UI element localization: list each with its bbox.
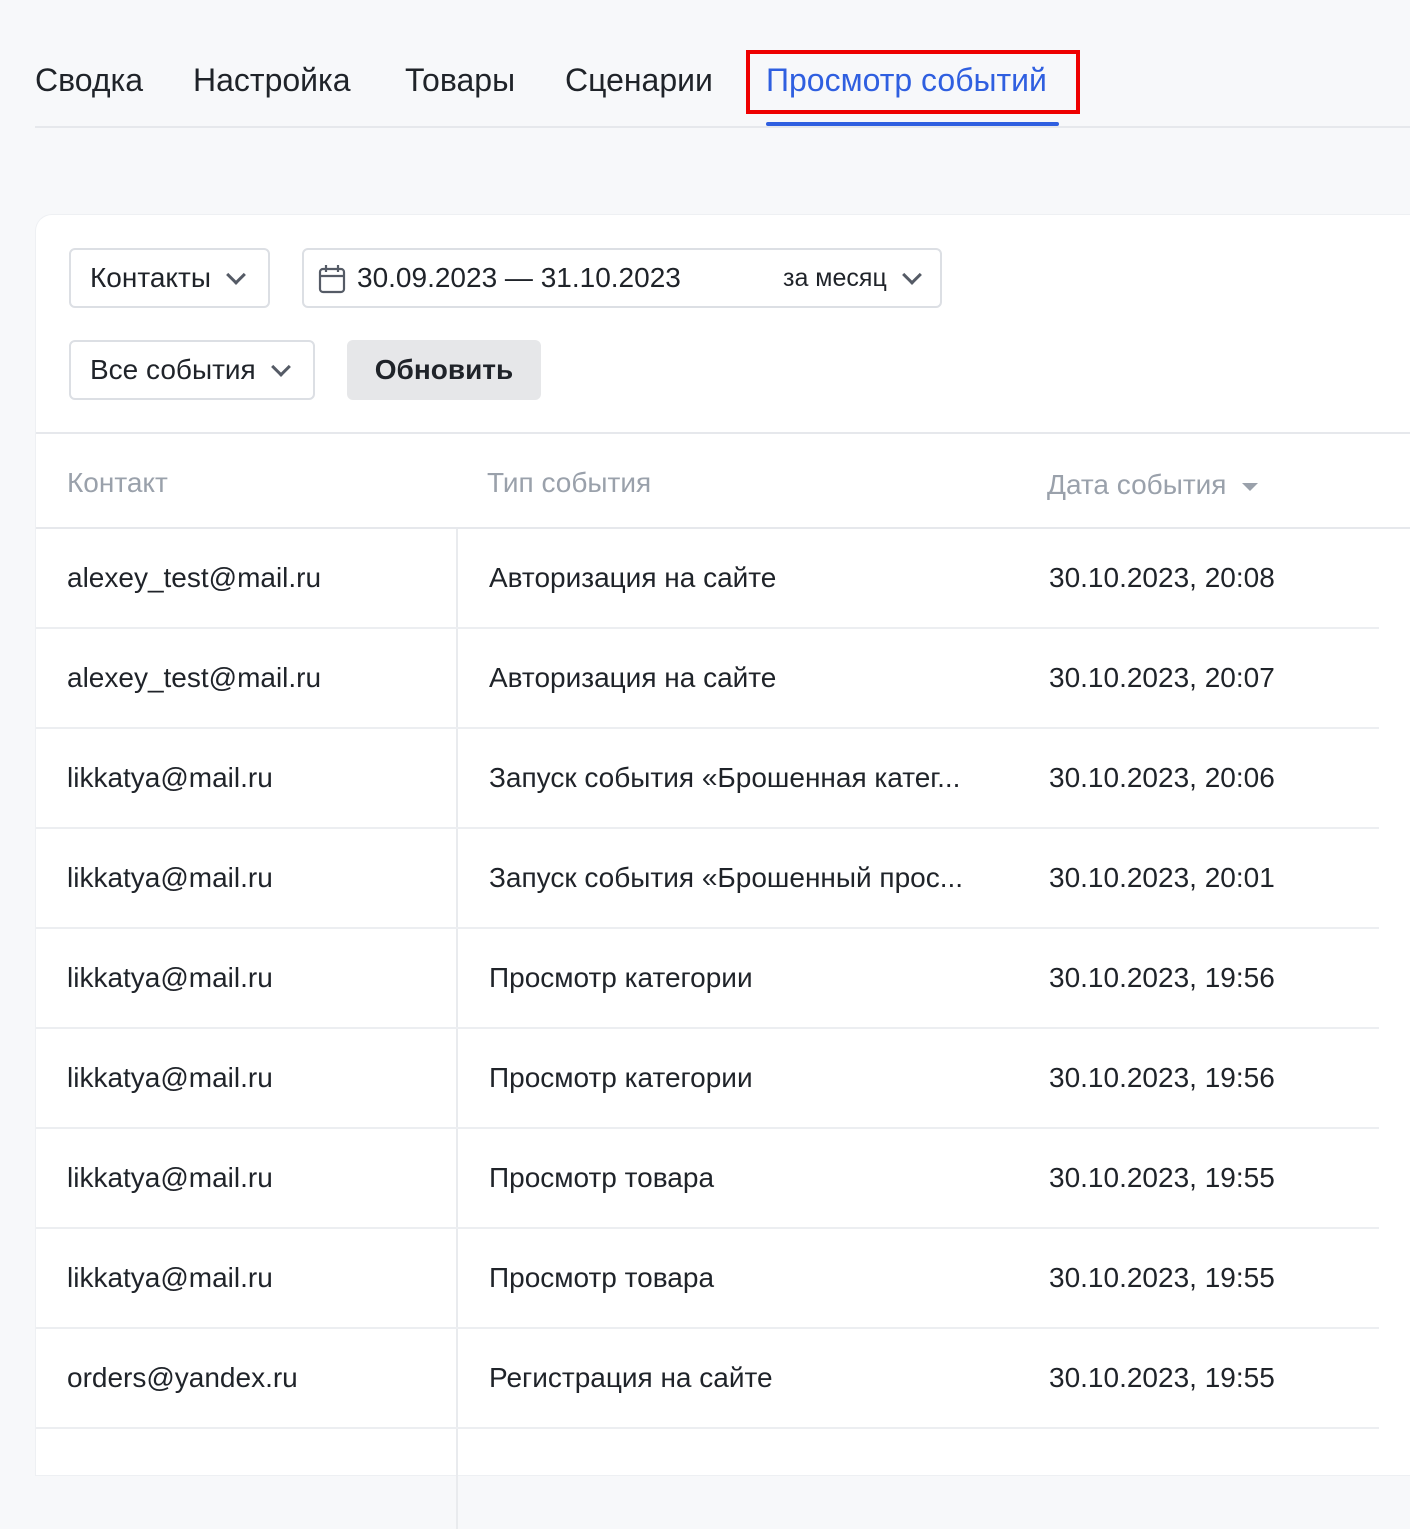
divider — [36, 432, 1410, 434]
cell-event-date: 30.10.2023, 20:07 — [1049, 662, 1275, 693]
cell-event-type: Просмотр товара — [489, 1262, 715, 1293]
cell-event-type: Регистрация на сайте — [489, 1362, 773, 1393]
contacts-select-label: Контакты — [90, 262, 211, 293]
chevron-down-icon — [226, 265, 246, 285]
table-row[interactable]: alexey_test@mail.ru Авторизация на сайте 3… — [36, 529, 1379, 629]
cell-contact[interactable]: likkatya@mail.ru — [67, 1129, 273, 1227]
cell-contact[interactable]: likkatya@mail.ru — [67, 1229, 273, 1327]
cell-event-date: 30.10.2023, 20:06 — [1049, 762, 1275, 793]
cell-event-type: Просмотр категории — [489, 962, 753, 993]
highlight-box — [746, 50, 1080, 114]
table-row[interactable]: likkatya@mail.ru Запуск события «Брошенны… — [36, 829, 1379, 929]
tab-settings[interactable]: Настройка — [193, 60, 351, 100]
table-row[interactable]: alexey_test@mail.ru Авторизация на сайте 3… — [36, 629, 1379, 729]
column-header-contact[interactable]: Контакт — [67, 467, 168, 499]
date-range-value: 30.09.2023 — 31.10.2023 — [357, 262, 681, 293]
events-card: Контакты 30.09.2023 — 31.10.2023 за меся… — [36, 215, 1410, 1529]
sort-desc-icon[interactable] — [1242, 482, 1259, 491]
table-row[interactable]: orders@yandex.ru Регистрация на сайте 30.1… — [36, 1329, 1379, 1429]
cell-event-type: Просмотр товара — [489, 1162, 715, 1193]
tab-products[interactable]: Товары — [405, 60, 515, 100]
cell-contact[interactable]: likkatya@mail.ru — [67, 929, 273, 1027]
cell-event-type: Авторизация на сайте — [489, 562, 777, 593]
cell-contact[interactable]: alexey_test@mail.ru — [67, 629, 321, 727]
table-row[interactable]: likkatya@mail.ru Просмотр товара 30.10.202… — [36, 1129, 1379, 1229]
cell-contact[interactable]: orders@yandex.ru — [67, 1329, 298, 1427]
tab-summary[interactable]: Сводка — [35, 60, 143, 100]
cell-event-date: 30.10.2023, 19:55 — [1049, 1262, 1275, 1293]
column-header-event-date-label: Дата события — [1047, 469, 1227, 500]
period-label[interactable]: за месяц — [783, 264, 887, 293]
cell-contact[interactable]: likkatya@mail.ru — [67, 1029, 273, 1127]
column-header-event-type[interactable]: Тип события — [487, 467, 651, 499]
cell-contact[interactable]: alexey_test@mail.ru — [67, 529, 321, 627]
tab-bar: Сводка Настройка Товары Сценарии — [35, 0, 1410, 128]
cell-event-type: Запуск события «Брошенный прос... — [489, 862, 964, 893]
chevron-down-icon — [270, 357, 291, 377]
cell-contact[interactable]: likkatya@mail.ru — [67, 829, 273, 927]
cell-event-date: 30.10.2023, 20:08 — [1049, 562, 1275, 593]
tab-scenarios[interactable]: Сценарии — [565, 60, 713, 100]
cell-contact[interactable]: likkatya@mail.ru — [67, 729, 273, 827]
active-tab-indicator — [766, 122, 1059, 126]
contacts-select[interactable]: Контакты — [69, 248, 270, 308]
refresh-button[interactable]: Обновить — [347, 340, 541, 400]
cell-event-date: 30.10.2023, 19:55 — [1049, 1362, 1275, 1393]
cell-event-date: 30.10.2023, 19:56 — [1049, 1062, 1275, 1093]
table-row[interactable]: likkatya@mail.ru Просмотр товара 30.10.202… — [36, 1229, 1379, 1329]
chevron-down-icon — [901, 265, 922, 285]
cell-event-type: Запуск события «Брошенная катег... — [489, 762, 961, 793]
table-row[interactable]: likkatya@mail.ru Просмотр категории 30.10.… — [36, 929, 1379, 1029]
event-type-select-label: Все события — [90, 354, 256, 385]
cell-event-type: Авторизация на сайте — [489, 662, 777, 693]
event-type-select[interactable]: Все события — [69, 340, 315, 400]
column-header-event-date[interactable]: Дата события — [1047, 469, 1259, 501]
table-row[interactable]: likkatya@mail.ru Просмотр категории 30.10.… — [36, 1029, 1379, 1129]
cell-event-date: 30.10.2023, 20:01 — [1049, 862, 1275, 893]
calendar-icon — [318, 265, 346, 294]
cell-event-date: 30.10.2023, 19:56 — [1049, 962, 1275, 993]
cell-event-type: Просмотр категории — [489, 1062, 753, 1093]
cell-event-date: 30.10.2023, 19:55 — [1049, 1162, 1275, 1193]
table-row[interactable]: likkatya@mail.ru Запуск события «Брошенна… — [36, 729, 1379, 829]
date-range-picker[interactable]: 30.09.2023 — 31.10.2023 за месяц — [302, 248, 942, 308]
